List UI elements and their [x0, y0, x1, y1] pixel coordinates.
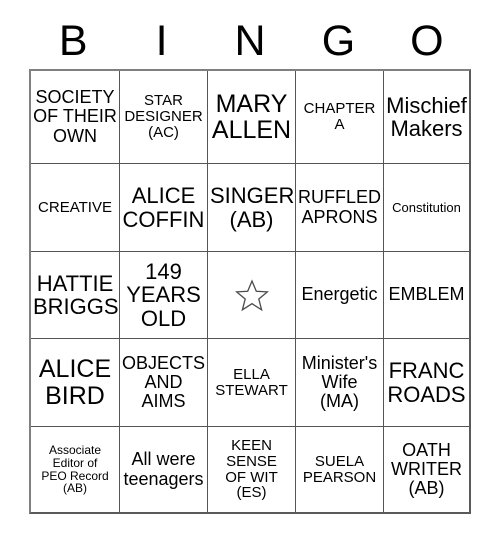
bingo-cell[interactable]: CREATIVE	[31, 164, 120, 252]
bingo-cell-text: ALICE COFFIN	[122, 183, 205, 232]
bingo-cell-text: MARY ALLEN	[211, 89, 292, 144]
bingo-header-letter-b: B	[58, 17, 88, 65]
bingo-cell-text: HATTIE BRIGGS	[33, 270, 119, 319]
bingo-cell[interactable]: SUELA PEARSON	[296, 427, 384, 512]
bingo-header-row: B I N G O	[29, 14, 471, 69]
bingo-cell-text: OBJECTS AND AIMS	[122, 352, 206, 412]
bingo-cell[interactable]: HATTIE BRIGGS	[31, 252, 120, 339]
bingo-cell-text: FRANC ROADS	[387, 358, 466, 407]
bingo-cell[interactable]: SOCIETY OF THEIR OWN	[31, 71, 120, 164]
bingo-cell-text: Associate Editor of PEO Record (AB)	[41, 443, 109, 496]
bingo-card: B I N G O SOCIETY OF THEIR OWN STAR DESIG…	[0, 0, 500, 544]
bingo-grid: SOCIETY OF THEIR OWN STAR DESIGNER (AC) MA…	[29, 69, 471, 514]
bingo-cell[interactable]: OATH WRITER (AB)	[384, 427, 469, 512]
bingo-cell-text: 149 YEARS OLD	[126, 259, 201, 331]
bingo-cell-text: Energetic	[301, 284, 378, 305]
bingo-cell[interactable]: OBJECTS AND AIMS	[120, 339, 208, 427]
bingo-header-letter-o: O	[410, 17, 444, 65]
bingo-cell[interactable]: ALICE COFFIN	[120, 164, 208, 252]
bingo-cell-text: ALICE BIRD	[38, 355, 112, 410]
bingo-cell-text: CHAPTER A	[303, 100, 376, 133]
bingo-cell-text: ELLA STEWART	[215, 365, 288, 399]
bingo-cell-text: Constitution	[392, 199, 461, 215]
bingo-cell-text: STAR DESIGNER (AC)	[124, 92, 203, 141]
bingo-header-letter-g: G	[321, 17, 356, 65]
bingo-cell[interactable]: Constitution	[384, 164, 469, 252]
bingo-cell[interactable]: 149 YEARS OLD	[120, 252, 208, 339]
bingo-cell[interactable]: SINGER (AB)	[208, 164, 296, 252]
bingo-cell[interactable]: EMBLEM	[384, 252, 469, 339]
bingo-cell[interactable]: All were teenagers	[120, 427, 208, 512]
bingo-cell-text: RUFFLED APRONS	[298, 187, 382, 227]
bingo-cell-text: EMBLEM	[388, 284, 465, 305]
bingo-cell-text: SINGER (AB)	[210, 183, 295, 232]
bingo-cell[interactable]: Associate Editor of PEO Record (AB)	[31, 427, 120, 512]
bingo-cell[interactable]: Energetic	[296, 252, 384, 339]
bingo-header-letter-i: I	[155, 17, 168, 65]
bingo-cell-text: CREATIVE	[38, 198, 112, 216]
bingo-cell-text: Minister's Wife (MA)	[301, 352, 378, 412]
bingo-cell[interactable]: ALICE BIRD	[31, 339, 120, 427]
bingo-cell[interactable]: FRANC ROADS	[384, 339, 469, 427]
bingo-cell-text: All were teenagers	[123, 449, 204, 489]
bingo-cell[interactable]: STAR DESIGNER (AC)	[120, 71, 208, 164]
bingo-cell[interactable]: Mischief Makers	[384, 71, 469, 164]
bingo-header-letter-n: N	[234, 17, 266, 65]
bingo-cell[interactable]: Minister's Wife (MA)	[296, 339, 384, 427]
bingo-cell[interactable]: KEEN SENSE OF WIT (ES)	[208, 427, 296, 512]
bingo-cell-text: OATH WRITER (AB)	[391, 439, 462, 499]
bingo-cell-text: KEEN SENSE OF WIT (ES)	[225, 436, 278, 502]
bingo-cell[interactable]: ELLA STEWART	[208, 339, 296, 427]
bingo-cell[interactable]: CHAPTER A	[296, 71, 384, 164]
bingo-cell-text: SOCIETY OF THEIR OWN	[33, 87, 117, 146]
bingo-cell-text: Mischief Makers	[386, 92, 467, 141]
bingo-cell[interactable]: RUFFLED APRONS	[296, 164, 384, 252]
bingo-cell[interactable]: MARY ALLEN	[208, 71, 296, 164]
bingo-cell-free-space[interactable]	[208, 252, 296, 339]
star-outline-icon	[234, 278, 269, 311]
bingo-cell-text: SUELA PEARSON	[302, 452, 377, 486]
